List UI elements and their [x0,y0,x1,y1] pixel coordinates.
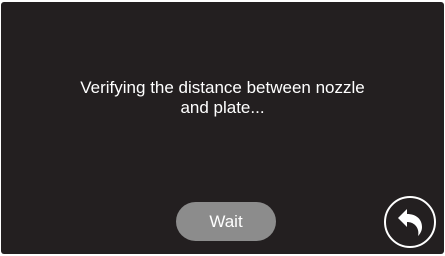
back-button[interactable] [384,196,436,248]
status-message: Verifying the distance between nozzle an… [1,78,444,118]
printer-screen: Verifying the distance between nozzle an… [1,2,444,254]
status-message-line-1: Verifying the distance between nozzle [80,78,365,97]
status-message-line-2: and plate... [180,98,265,117]
return-arrow-icon [398,209,422,236]
wait-button[interactable]: Wait [176,202,276,241]
